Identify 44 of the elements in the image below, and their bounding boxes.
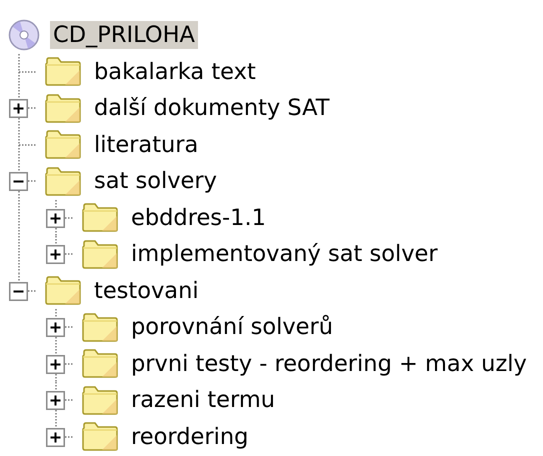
folder-label[interactable]: porovnání solverů — [128, 313, 336, 342]
expand-icon[interactable] — [46, 245, 65, 264]
folder-icon — [82, 240, 118, 269]
expand-icon[interactable] — [9, 99, 28, 118]
connector-line — [65, 436, 74, 438]
folder-label[interactable]: reordering — [128, 422, 252, 451]
collapse-icon[interactable] — [9, 282, 28, 300]
expand-icon[interactable] — [46, 208, 65, 228]
connector-line — [28, 290, 37, 292]
connector-line — [65, 216, 74, 219]
folder-icon — [82, 386, 118, 415]
folder-label[interactable]: prvni testy - reordering + max uzly — [128, 350, 530, 378]
folder-label[interactable]: literatura — [91, 130, 202, 159]
folder-icon — [45, 57, 81, 86]
folder-icon — [82, 203, 118, 232]
expand-icon[interactable] — [46, 391, 65, 410]
connector-line — [65, 399, 74, 402]
folder-label[interactable]: další dokumenty SAT — [91, 94, 332, 122]
disc-icon — [8, 19, 40, 52]
folder-icon — [82, 422, 118, 452]
collapse-icon[interactable] — [9, 172, 28, 191]
expand-icon[interactable] — [46, 318, 65, 337]
connector-line — [28, 107, 37, 110]
connector-line — [54, 309, 56, 318]
folder-icon — [82, 312, 118, 342]
expand-icon[interactable] — [46, 354, 65, 374]
folder-icon — [45, 276, 81, 306]
folder-label[interactable]: razeni termu — [128, 386, 278, 414]
folder-label[interactable]: ebddres-1.1 — [128, 204, 269, 232]
folder-label[interactable]: bakalarka text — [91, 58, 259, 86]
folder-icon — [82, 349, 118, 378]
folder-icon — [45, 94, 81, 123]
connector-line — [65, 326, 74, 328]
connector-line — [28, 180, 37, 182]
connector-line — [65, 253, 74, 256]
folder-label[interactable]: CD_PRILOHA — [50, 21, 198, 50]
connector-line — [65, 362, 74, 365]
connector-line — [54, 200, 56, 208]
folder-label[interactable]: sat solvery — [91, 167, 220, 196]
folder-icon — [45, 130, 81, 160]
expand-icon[interactable] — [46, 428, 65, 446]
folder-label[interactable]: testovani — [91, 276, 202, 305]
folder-label[interactable]: implementovaný sat solver — [128, 240, 441, 268]
folder-icon — [45, 166, 81, 196]
